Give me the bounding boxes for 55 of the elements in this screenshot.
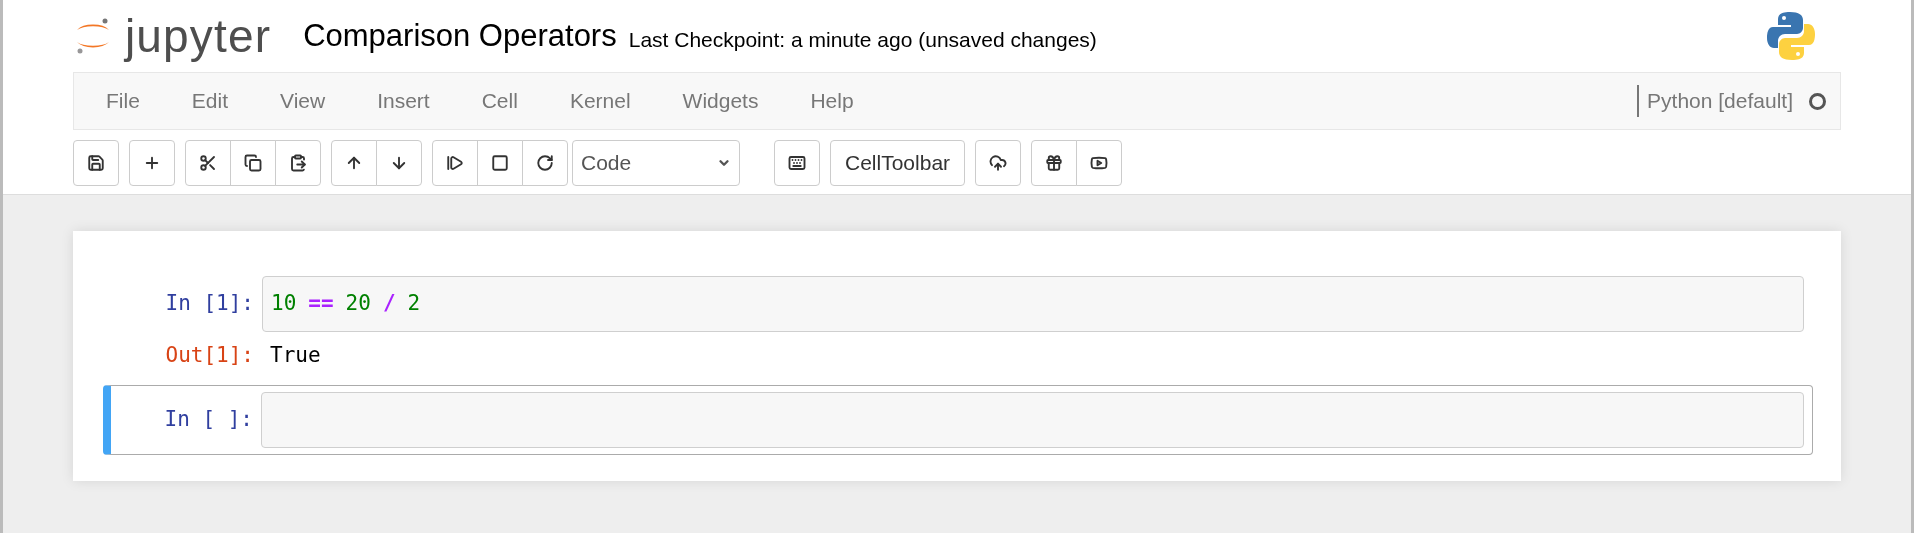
menu-item[interactable]: Widgets xyxy=(664,85,777,117)
move-down-icon xyxy=(390,154,408,172)
code-operator: / xyxy=(382,290,396,318)
upload-button[interactable] xyxy=(975,140,1022,186)
upload-icon xyxy=(989,154,1008,172)
kernel-name[interactable]: Python [default] xyxy=(1637,85,1793,117)
video-button[interactable] xyxy=(1076,140,1123,186)
code-operator: == xyxy=(308,290,334,318)
copy-button[interactable] xyxy=(230,140,276,186)
move-down-button[interactable] xyxy=(376,140,422,186)
code-number: 2 xyxy=(407,290,421,318)
paste-button[interactable] xyxy=(275,140,321,186)
menu-item[interactable]: Insert xyxy=(359,85,448,117)
code-number: 20 xyxy=(345,290,371,318)
stop-button[interactable] xyxy=(477,140,523,186)
notebook-cell[interactable]: In [ ]: xyxy=(103,384,1813,455)
gift-icon xyxy=(1045,154,1064,172)
menu-item[interactable]: Cell xyxy=(463,85,536,117)
save-icon xyxy=(87,154,105,172)
python-logo-icon xyxy=(1766,10,1816,62)
cell-type-dropdown[interactable]: Code xyxy=(572,140,740,186)
keyboard-icon xyxy=(788,154,806,172)
copy-icon xyxy=(244,154,262,172)
notebook-title[interactable]: Comparison Operators xyxy=(303,12,617,60)
video-icon xyxy=(1090,154,1109,172)
checkpoint-status: Last Checkpoint: a minute ago (unsaved changes) xyxy=(628,27,1097,54)
celltoolbar-button[interactable]: CellToolbar xyxy=(830,140,966,186)
menu-item[interactable]: File xyxy=(88,85,158,117)
code-number: 10 xyxy=(271,290,297,318)
code-input[interactable] xyxy=(261,391,1804,448)
code-input[interactable]: 10 == 20 / 2 xyxy=(262,276,1804,332)
cut-icon xyxy=(199,154,217,172)
menu-item[interactable]: Edit xyxy=(173,85,247,117)
add-cell-icon xyxy=(143,154,161,172)
run-button[interactable] xyxy=(432,140,478,186)
add-cell-button[interactable] xyxy=(129,140,175,186)
restart-button[interactable] xyxy=(522,140,568,186)
save-icon-button[interactable] xyxy=(73,140,119,186)
output-prompt: Out[1]: xyxy=(164,342,255,369)
run-icon xyxy=(446,154,464,172)
move-up-button[interactable] xyxy=(331,140,377,186)
keyboard-button[interactable] xyxy=(774,140,820,186)
menu-item[interactable]: View xyxy=(262,85,344,117)
cut-button[interactable] xyxy=(185,140,231,186)
stop-icon xyxy=(491,154,509,172)
paste-icon xyxy=(289,154,307,172)
move-up-icon xyxy=(345,154,363,172)
input-prompt: In [1]: xyxy=(164,290,255,318)
gift-button[interactable] xyxy=(1031,140,1078,186)
menu-item[interactable]: Kernel xyxy=(551,85,649,117)
input-prompt: In [ ]: xyxy=(163,405,254,433)
notebook-cell[interactable]: In [1]: 10 == 20 / 2 Out[1]: True xyxy=(103,269,1813,379)
restart-icon xyxy=(536,154,554,172)
output-text: True xyxy=(269,342,322,369)
menu-item[interactable]: Help xyxy=(792,85,872,117)
